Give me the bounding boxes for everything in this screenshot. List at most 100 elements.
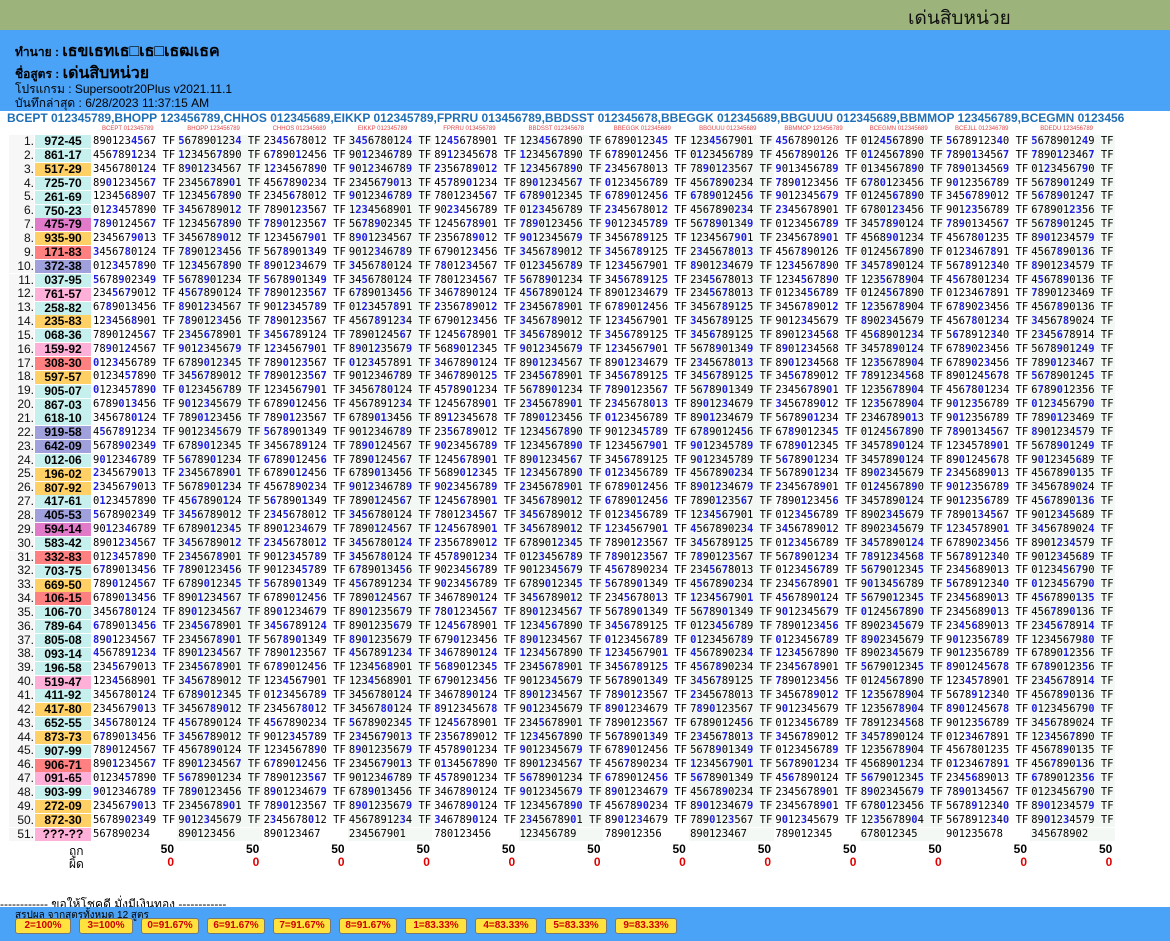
digit-cell: 4567890234 TF — [689, 467, 774, 482]
digit-cell: 5678902345 TF — [347, 218, 433, 232]
digit-cell: 3467890124 TF — [433, 799, 518, 814]
digit-cell: 2345689013 TF — [945, 605, 1030, 620]
digit-cell: 4567891234 TF — [92, 647, 177, 662]
summary-bar: สรุปผล จากสูตรทั้งหมด 12 สูตร 2=100% 3=10… — [0, 907, 1170, 941]
table-row: 21. 618-10 3456780124 TF 7890123456 TF 78901… — [9, 411, 1170, 426]
table-row: 24. 012-06 9012346789 TF 5678901234 TF 67890… — [9, 453, 1170, 468]
column-header: BHOPP 123456789 — [187, 126, 240, 132]
digit-cell: 9012356789 TF — [945, 495, 1030, 509]
digit-cell: 3456789012 TF — [518, 592, 603, 606]
digit-cell: 8901234579 TF — [1030, 536, 1115, 551]
row-number: 49. — [9, 799, 34, 814]
result-value: 106-15 — [35, 592, 91, 606]
digit-cell: 0123456789 TF — [92, 356, 177, 371]
digit-cell: 8901234679 TF — [603, 813, 689, 828]
digit-cell: 1234568901 TF — [347, 675, 433, 689]
digit-cell: 7890123456 TF — [774, 176, 859, 191]
digit-cell: 4567891234 TF — [347, 813, 433, 828]
digit-cell: 9012346789 TF — [347, 425, 433, 440]
column-header: BCEJLL 012346789 — [955, 126, 1009, 132]
digit-cell: 6789012456 TF — [262, 592, 348, 606]
digit-cell: 4578901234 TF — [433, 176, 518, 191]
digit-cell: 4567890136 TF — [1030, 495, 1115, 509]
digit-cell: 5678901349 TF — [689, 605, 774, 620]
table-row: 47. 091-65 0123457890 TF 5678901234 TF 78901… — [9, 771, 1170, 786]
digit-cell: 8901234679 TF — [262, 785, 348, 800]
digit-cell: 4567890234 TF — [689, 204, 774, 219]
result-value: 861-17 — [35, 149, 91, 163]
digit-cell: 0123456789 TF — [774, 508, 859, 523]
digit-cell: 1245678901 TF — [433, 398, 518, 412]
digit-cell: 3456789125 TF — [689, 675, 774, 689]
result-value: 807-92 — [35, 481, 91, 495]
row-number: 45. — [9, 744, 34, 759]
digit-cell: 2345678914 TF — [1030, 328, 1115, 343]
digit-cell: 4567891234 TF — [347, 315, 433, 329]
digit-cell: 4567890135 TF — [1030, 467, 1115, 482]
digit-cell: 0123456789 TF — [774, 744, 859, 759]
digit-cell: 9012345679 TF — [774, 605, 859, 620]
digit-cell: 6780123456 TF — [859, 204, 945, 219]
table-row: 23. 642-09 5678902349 TF 6789012345 TF 34567… — [9, 439, 1170, 454]
digit-cell: 6789012456 TF — [603, 148, 689, 163]
digit-cell: 3456789012 TF — [518, 328, 603, 343]
digit-cell: 9012356789 TF — [945, 481, 1030, 496]
digit-cell: 5678901234 TF — [518, 384, 603, 399]
digit-cell: 5679012345 TF — [859, 564, 945, 579]
summary-chip: 4=83.33% — [475, 918, 537, 934]
table-row: 48. 903-99 9012346789 TF 7890123456 TF 89012… — [9, 785, 1170, 800]
digit-cell: 2356789012 TF — [433, 301, 518, 316]
digit-cell: 9012346789 TF — [347, 190, 433, 205]
table-row: 13. 258-82 6789013456 TF 8901234567 TF 90123… — [9, 300, 1170, 316]
digit-cell: 3467890124 TF — [433, 647, 518, 662]
digit-cell: 4567891234 TF — [347, 578, 433, 593]
digit-cell: 8912345678 TF — [433, 702, 518, 717]
digit-cell: 3456789012 TF — [177, 204, 262, 219]
column-header: BCEPT 012345789 — [102, 126, 154, 132]
digit-cell: 1245678901 TF — [433, 328, 518, 343]
digit-cell: 1234567890 TF — [177, 190, 262, 205]
table-row: 10. 372-38 0123457890 TF 1234567890 TF 89012… — [9, 259, 1170, 274]
digit-cell: 2346789013 TF — [859, 412, 945, 426]
digit-cell: 1235678904 TF — [859, 398, 945, 412]
owner-name: เธขเธทเธ□เธ□เธฒเธค — [62, 43, 220, 60]
digit-cell: 2345678013 TF — [689, 273, 774, 288]
row-number: 12. — [9, 286, 34, 302]
digit-cell: 0123457890 TF — [92, 772, 177, 786]
digit-cell: 0123456790 TF — [1030, 564, 1115, 579]
digit-cell: 3456789125 TF — [603, 619, 689, 634]
row-number: 23. — [9, 439, 34, 454]
result-value: 761-57 — [35, 287, 91, 301]
digit-cell: 7890123469 TF — [1030, 412, 1115, 426]
table-row: 50. 872-30 5678902349 TF 9012345679 TF 23456… — [9, 813, 1170, 828]
hit-count: 50 — [331, 842, 345, 857]
digit-cell: 0123456790 TF — [1030, 578, 1115, 593]
digit-cell: 8901234567 TF — [518, 633, 603, 648]
digit-cell: 1234567901 TF — [689, 231, 774, 246]
digit-cell: 1234567890 TF — [518, 799, 603, 814]
digit-cell: 0123456790 TF — [1030, 785, 1115, 800]
digit-cell: 9012345789 TF — [689, 439, 774, 454]
digit-cell: 4567890136 TF — [1030, 605, 1115, 620]
digit-cell: 5678902345 TF — [347, 716, 433, 731]
digit-cell: 6789012456 TF — [689, 716, 774, 731]
digit-cell: 1245678901 TF — [433, 522, 518, 537]
digit-cell: 6780123456 TF — [859, 799, 945, 814]
digit-cell: 7801234567 TF — [433, 190, 518, 205]
table-row: 5. 261-69 1234568907 TF 1234567890 TF 234567… — [9, 190, 1170, 205]
digit-cell: 2345678013 TF — [689, 356, 774, 371]
digit-cell: 6789012456 TF — [262, 467, 348, 482]
digit-cell: 4567890124 TF — [774, 592, 859, 606]
digit-cell: 6789012345 TF — [518, 190, 603, 205]
info-panel: ทำนาย : เธขเธทเธ□เธ□เธฒเธค ชื่อสูตร : เด… — [0, 30, 1170, 111]
top-title: เด่นสิบหน่วย — [908, 8, 1011, 29]
miss-count: 0 — [1105, 855, 1113, 870]
digit-cell: 6789012456 TF — [262, 398, 348, 412]
digit-cell: 1234578901 TF — [945, 675, 1030, 689]
digit-cell: 3456789012 TF — [774, 398, 859, 412]
digit-cell: 0123456790 TF — [1030, 398, 1115, 412]
digit-cell: 1234567890 TF — [518, 425, 603, 440]
digit-cell: 1234568907 TF — [92, 190, 177, 205]
digit-cell: 2356789012 TF — [433, 425, 518, 440]
digit-cell: 9012345679 TF — [518, 342, 603, 357]
